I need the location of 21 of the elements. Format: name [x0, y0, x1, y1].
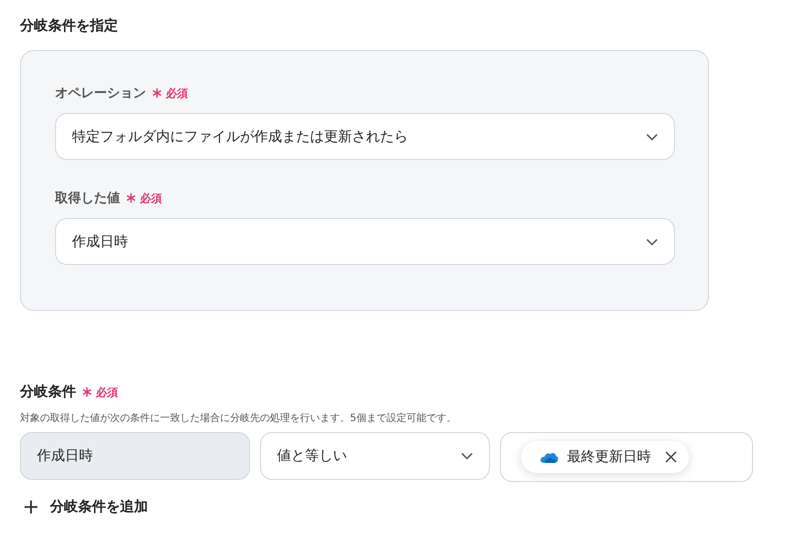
plus-icon: [24, 500, 38, 514]
chevron-down-icon: [461, 452, 473, 460]
field-label: オペレーション: [55, 85, 146, 102]
dropdown-field[interactable]: 作成日時: [55, 218, 675, 265]
dropdown-field[interactable]: 特定フォルダ内にファイルが作成または更新されたら: [55, 113, 675, 160]
description-text: 対象の取得した値が次の条件に一致した場合に分岐先の処理を行います。5個まで設定可能です。: [20, 412, 458, 425]
required-label: 必須: [166, 86, 188, 100]
close-icon[interactable]: [665, 451, 677, 463]
add-condition-button[interactable]: 分岐条件を追加: [20, 498, 148, 516]
field-label: 取得した値: [55, 190, 120, 207]
section-title: 分岐条件を指定: [20, 17, 119, 36]
value-chip: 最終更新日時: [521, 441, 689, 473]
value-field: 作成日時: [20, 432, 250, 480]
chevron-down-icon: [646, 238, 658, 246]
required-label: 必須: [96, 384, 118, 400]
cloud-icon: [539, 450, 559, 464]
chevron-down-icon: [646, 132, 658, 140]
operator-dropdown[interactable]: 値と等しい: [260, 432, 490, 480]
input-field[interactable]: 最終更新日時: [500, 432, 753, 482]
field-label: 分岐条件: [20, 383, 76, 401]
required-label: 必須: [140, 190, 162, 206]
